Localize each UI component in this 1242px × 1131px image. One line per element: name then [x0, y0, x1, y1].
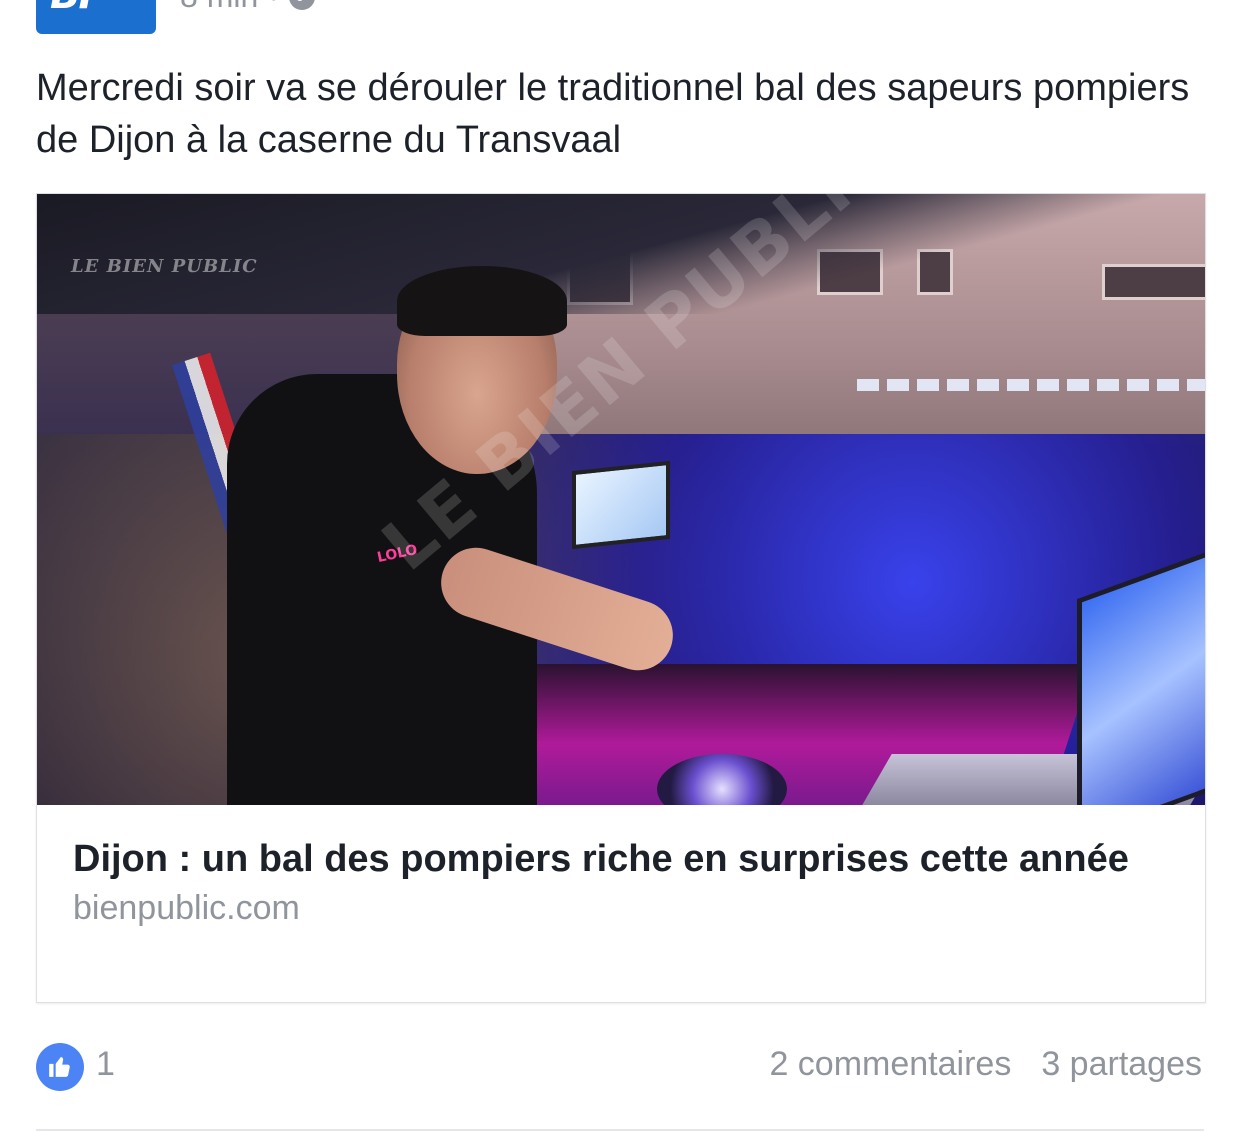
globe-icon: [289, 0, 316, 10]
shares-count[interactable]: 3 partages: [1041, 1045, 1202, 1083]
photo-watermark: LE BIEN PUBLIC: [71, 256, 258, 277]
photo-lights: [857, 379, 1205, 391]
post-message: Mercredi soir va se dérouler le traditio…: [36, 67, 1190, 161]
post-meta: 8 min •: [180, 0, 316, 15]
page-avatar[interactable]: BP: [36, 0, 156, 34]
photo-tent: [37, 194, 1205, 314]
photo-dj-hair: [397, 266, 567, 336]
link-preview-text: Dijon : un bal des pompiers riche en sur…: [73, 834, 1173, 928]
link-preview-image[interactable]: LOLO LE BIEN PUBLIC LE BIEN PUBLIC: [37, 194, 1205, 805]
thumbs-up-glyph: [49, 1056, 70, 1077]
post-header: BP 8 min •: [36, 0, 1206, 38]
like-count[interactable]: 1: [96, 1045, 115, 1084]
link-preview-card[interactable]: LOLO LE BIEN PUBLIC LE BIEN PUBLIC Dijon…: [36, 193, 1206, 1003]
thumbs-up-icon[interactable]: [36, 1043, 84, 1091]
page-logo: BP: [50, 0, 108, 18]
comments-count[interactable]: 2 commentaires: [769, 1045, 1011, 1083]
post-timestamp[interactable]: 8 min: [180, 0, 258, 15]
reactions-bar: 1 2 commentaires 3 partages: [36, 1040, 1204, 1096]
meta-separator: •: [268, 0, 279, 15]
photo-laptop: [572, 460, 670, 550]
engagement-counts: 2 commentaires 3 partages: [769, 1045, 1202, 1084]
link-title[interactable]: Dijon : un bal des pompiers riche en sur…: [73, 834, 1173, 885]
link-domain: bienpublic.com: [73, 889, 300, 927]
